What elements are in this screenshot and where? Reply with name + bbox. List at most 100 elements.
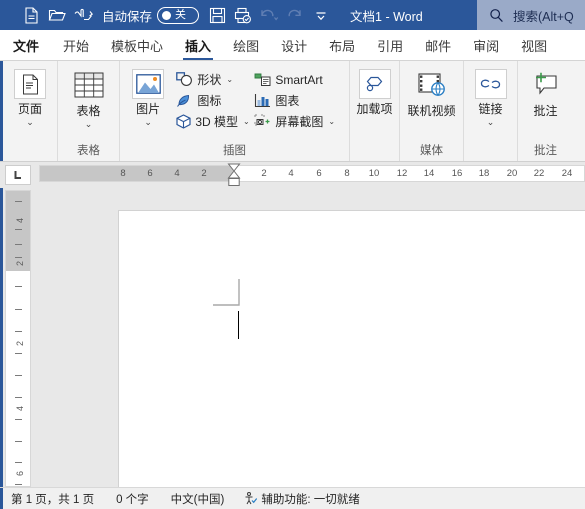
- ribbon-group-comments-label: 批注: [534, 145, 557, 157]
- link-button-label: 链接: [478, 102, 503, 116]
- autosave-state-label: 关: [175, 8, 187, 21]
- tab-references[interactable]: 引用: [366, 30, 414, 60]
- ribbon: 页面 ⌄ 表格 ⌄ 表格 图片 ⌄ 形状 ⌄ 图标 3D 模型 ⌄ SmartA…: [0, 61, 585, 162]
- tab-draw[interactable]: 绘图: [222, 30, 270, 60]
- picture-icon: [132, 69, 165, 99]
- tab-file[interactable]: 文件: [0, 30, 52, 60]
- document-page[interactable]: [118, 210, 585, 487]
- tab-view[interactable]: 视图: [510, 30, 558, 60]
- add-ins-button[interactable]: 加载项: [352, 65, 398, 116]
- online-video-icon: [415, 69, 449, 101]
- pictures-button-label: 图片: [136, 102, 161, 116]
- ruler-row: 8 6 4 2 2 4 6 8 10 12 14 16 18 20 22 24: [0, 162, 585, 188]
- pages-button[interactable]: 页面 ⌄: [3, 65, 57, 127]
- page-icon: [14, 69, 46, 99]
- chevron-down-icon[interactable]: ⌄: [243, 117, 250, 126]
- ruler-tick: 2: [201, 168, 207, 179]
- chart-icon: [253, 92, 272, 109]
- search-box[interactable]: 搜索(Alt+Q: [477, 0, 585, 30]
- open-folder-icon[interactable]: [44, 3, 70, 27]
- title-bar: 自动保存 关 文档1 - Word 搜索(Alt+Q: [0, 0, 585, 30]
- icons-button[interactable]: 图标: [172, 90, 250, 111]
- touch-mode-icon[interactable]: [70, 3, 96, 27]
- addin-icon: [358, 69, 391, 99]
- chevron-down-icon[interactable]: ⌄: [26, 118, 34, 127]
- smartart-button[interactable]: SmartArt: [250, 69, 345, 90]
- autosave-toggle[interactable]: 关: [157, 6, 200, 24]
- ribbon-group-tables-label: 表格: [77, 145, 100, 157]
- document-canvas[interactable]: [0, 188, 585, 487]
- comment-button-label: 批注: [533, 104, 558, 118]
- accessibility-status[interactable]: 辅助功能: 一切就绪: [244, 491, 360, 507]
- ribbon-group-illustrations-label: 插图: [223, 145, 246, 157]
- cube-icon: [175, 113, 192, 130]
- vruler-tick: 4: [15, 405, 25, 411]
- ruler-tick: 16: [451, 168, 463, 179]
- save-icon[interactable]: [204, 3, 230, 27]
- chevron-down-icon[interactable]: ⌄: [487, 118, 495, 127]
- margin-corner-mark: [213, 279, 243, 312]
- vruler-tick: 4: [15, 217, 25, 223]
- ruler-tick: 12: [396, 168, 408, 179]
- redo-icon[interactable]: [282, 3, 308, 27]
- chevron-down-icon[interactable]: ⌄: [144, 118, 152, 127]
- status-accent-rail: [0, 488, 3, 509]
- tab-mailings[interactable]: 邮件: [414, 30, 462, 60]
- autosave-label: 自动保存: [102, 9, 153, 24]
- three-d-model-button[interactable]: 3D 模型 ⌄: [172, 111, 250, 132]
- tab-insert[interactable]: 插入: [174, 30, 222, 60]
- quick-print-icon[interactable]: [230, 3, 256, 27]
- accessibility-icon: [244, 492, 258, 505]
- illustrations-column-1: 形状 ⌄ 图标 3D 模型 ⌄: [172, 65, 250, 132]
- shapes-icon: [175, 71, 194, 88]
- new-document-icon[interactable]: [18, 3, 44, 27]
- vertical-ruler[interactable]: 4 2 2 4 6: [5, 190, 31, 487]
- chart-button[interactable]: 图表: [250, 90, 345, 111]
- ruler-tick: 18: [478, 168, 490, 179]
- chevron-down-icon[interactable]: ⌄: [328, 117, 335, 126]
- shapes-button[interactable]: 形状 ⌄: [172, 69, 250, 90]
- ribbon-group-media-label: 媒体: [420, 145, 443, 157]
- word-window: 自动保存 关 文档1 - Word 搜索(Alt+Q 文件 开始 模板中心 插入…: [0, 0, 585, 509]
- table-button[interactable]: 表格 ⌄: [62, 65, 116, 129]
- illustrations-column-2: SmartArt 图表 屏幕截图 ⌄: [250, 65, 345, 132]
- ruler-tick: 6: [147, 168, 153, 179]
- screenshot-icon: [253, 113, 272, 130]
- tab-review[interactable]: 审阅: [462, 30, 510, 60]
- ruler-tick: 8: [120, 168, 126, 179]
- comment-button[interactable]: 批注: [519, 65, 573, 118]
- quick-access-toolbar: 自动保存 关 文档1 - Word: [0, 0, 423, 30]
- tab-design[interactable]: 设计: [270, 30, 318, 60]
- vertical-ruler-margin: [6, 191, 30, 271]
- language-status[interactable]: 中文(中国): [171, 491, 225, 507]
- chevron-down-icon[interactable]: ⌄: [85, 120, 93, 129]
- table-grid-icon: [72, 69, 106, 101]
- tab-home[interactable]: 开始: [52, 30, 100, 60]
- pages-button-label: 页面: [17, 102, 42, 116]
- horizontal-ruler[interactable]: 8 6 4 2 2 4 6 8 10 12 14 16 18 20 22 24: [39, 165, 585, 182]
- left-tab-stop[interactable]: [5, 165, 31, 185]
- pictures-button[interactable]: 图片 ⌄: [124, 65, 172, 127]
- table-button-label: 表格: [76, 104, 101, 118]
- link-button[interactable]: 链接 ⌄: [464, 65, 518, 127]
- screenshot-button[interactable]: 屏幕截图 ⌄: [250, 111, 345, 132]
- word-count-status[interactable]: 0 个字: [116, 491, 149, 507]
- indent-markers[interactable]: [227, 163, 241, 189]
- page-count-status[interactable]: 第 1 页，共 1 页: [11, 491, 94, 507]
- link-icon: [474, 69, 507, 99]
- vruler-tick: 2: [15, 260, 25, 266]
- chevron-down-icon[interactable]: ⌄: [226, 75, 233, 84]
- vruler-tick: 6: [15, 470, 25, 476]
- customize-qat-icon[interactable]: [308, 3, 334, 27]
- ruler-tick: 14: [423, 168, 435, 179]
- undo-icon[interactable]: [256, 3, 282, 27]
- ribbon-group-pages: 页面 ⌄: [3, 61, 57, 161]
- ruler-tick: 6: [316, 168, 322, 179]
- icons-icon: [175, 92, 194, 109]
- online-video-button[interactable]: 联机视频: [403, 65, 461, 118]
- tab-template-center[interactable]: 模板中心: [100, 30, 174, 60]
- chart-button-label: 图表: [275, 94, 300, 108]
- tab-layout[interactable]: 布局: [318, 30, 366, 60]
- smartart-icon: [253, 71, 272, 88]
- status-bar: 第 1 页，共 1 页 0 个字 中文(中国) 辅助功能: 一切就绪: [0, 487, 585, 509]
